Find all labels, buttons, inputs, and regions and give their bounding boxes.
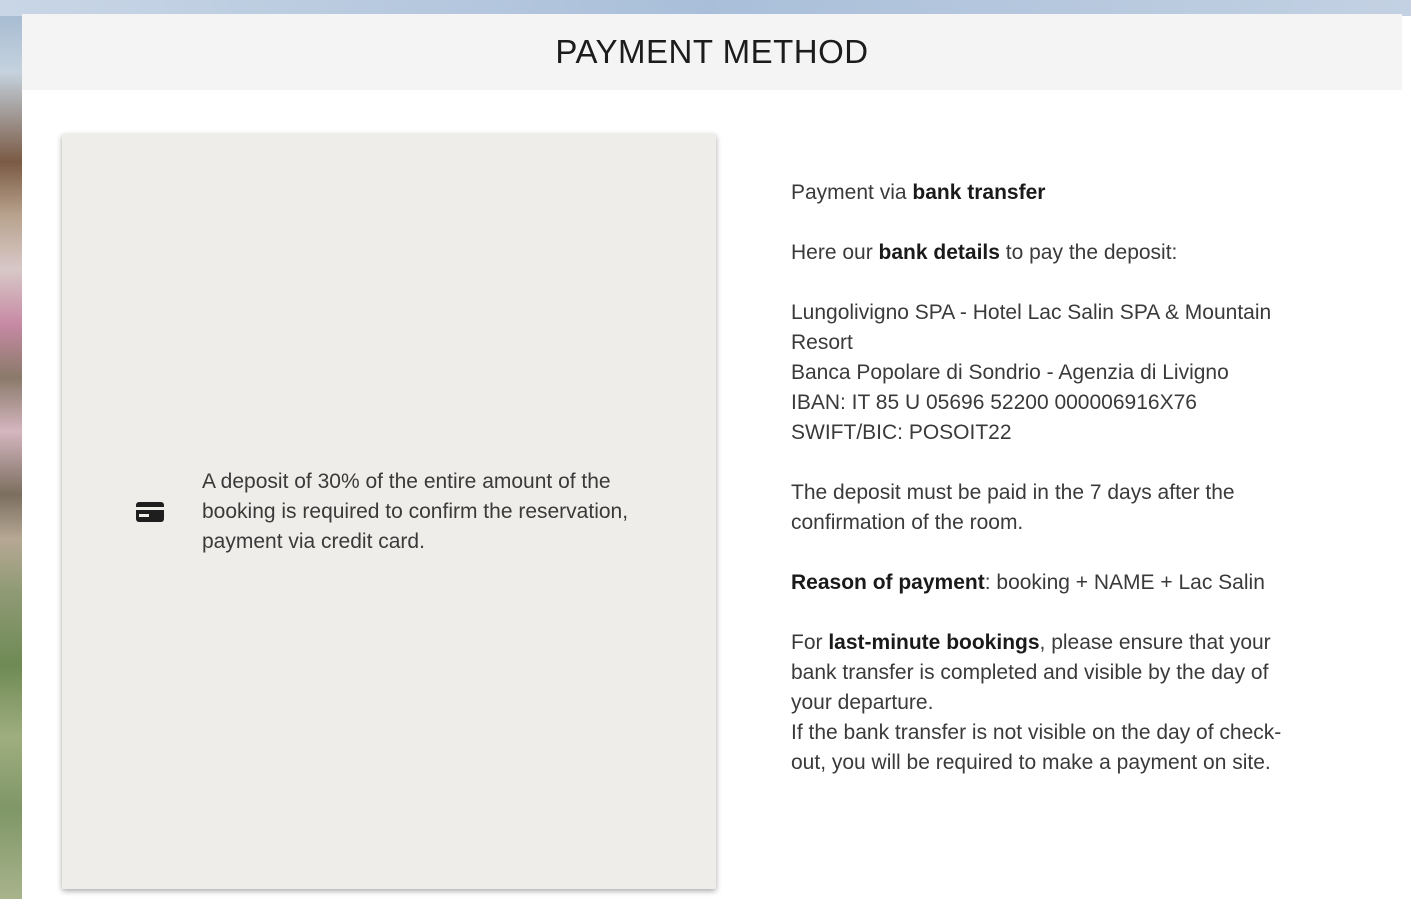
lastminute-bold: last-minute bookings — [828, 631, 1040, 654]
content-area: A deposit of 30% of the entire amount of… — [22, 90, 1402, 899]
account-name: Lungolivigno SPA - Hotel Lac Salin SPA &… — [791, 301, 1272, 354]
lastminute-prefix: For — [791, 631, 829, 654]
credit-card-option-inner: A deposit of 30% of the entire amount of… — [62, 467, 682, 557]
last-minute-note: For last-minute bookings, please ensure … — [791, 628, 1291, 778]
intro-bold: bank transfer — [912, 181, 1046, 204]
credit-card-option[interactable]: A deposit of 30% of the entire amount of… — [62, 134, 716, 889]
reason-bold: Reason of payment — [791, 571, 985, 594]
checkout-note: If the bank transfer is not visible on t… — [791, 721, 1282, 774]
details-prefix: Here our — [791, 241, 879, 264]
intro-prefix: Payment via — [791, 181, 913, 204]
bank-transfer-intro: Payment via bank transfer — [791, 178, 1291, 208]
section-header: PAYMENT METHOD — [22, 14, 1402, 90]
page-title: PAYMENT METHOD — [555, 33, 869, 70]
reason-text: : booking + NAME + Lac Salin — [984, 571, 1265, 594]
background-photo — [0, 0, 22, 899]
bank-transfer-info: Payment via bank transfer Here our bank … — [791, 178, 1291, 808]
credit-card-icon — [136, 501, 164, 522]
credit-card-description: A deposit of 30% of the entire amount of… — [202, 469, 629, 553]
deposit-deadline: The deposit must be paid in the 7 days a… — [791, 481, 1235, 534]
details-suffix: to pay the deposit: — [999, 241, 1178, 264]
reason-of-payment: Reason of payment: booking + NAME + Lac … — [791, 568, 1291, 598]
bank-details-intro: Here our bank details to pay the deposit… — [791, 238, 1291, 268]
details-bold: bank details — [878, 241, 1000, 264]
bank-details-block: Lungolivigno SPA - Hotel Lac Salin SPA &… — [791, 298, 1291, 448]
bank-name: Banca Popolare di Sondrio - Agenzia di L… — [791, 361, 1229, 384]
iban: IBAN: IT 85 U 05696 52200 000006916X76 — [791, 391, 1197, 414]
payment-method-page: PAYMENT METHOD A deposit of 30% of the e… — [0, 0, 1411, 899]
swift-bic: SWIFT/BIC: POSOIT22 — [791, 421, 1012, 444]
